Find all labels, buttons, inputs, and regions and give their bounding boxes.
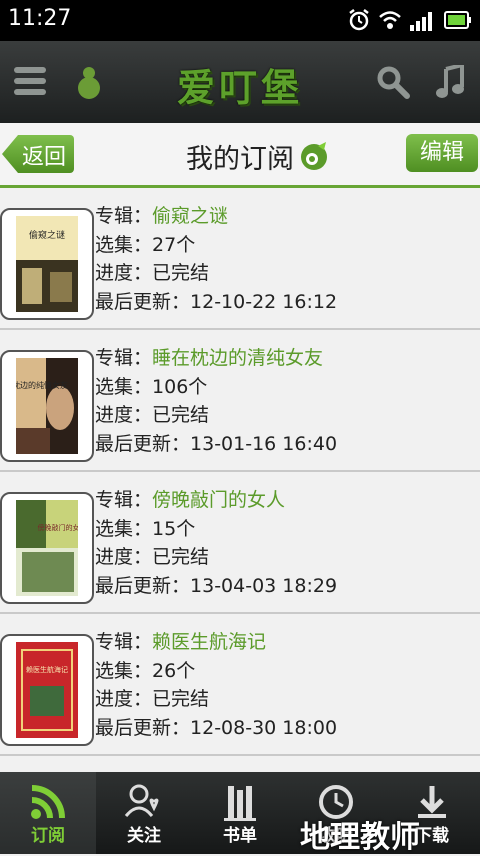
list-item[interactable]: 赖医生航海记 专辑：赖医生航海记 选集：26个 进度：已完结 最后更新：12-0… — [0, 614, 480, 756]
last-updated: 12-08-30 18:00 — [190, 716, 338, 739]
item-info: 专辑：赖医生航海记 选集：26个 进度：已完结 最后更新：12-08-30 18… — [95, 631, 338, 739]
search-icon[interactable] — [376, 65, 410, 99]
tab-booklist[interactable]: 书单 — [192, 772, 288, 854]
signal-icon — [410, 12, 432, 31]
cover-text: 赖医生航海记 — [26, 665, 68, 674]
list-item[interactable]: 偷窥之谜 专辑：偷窥之谜 选集：27个 进度：已完结 最后更新：12-10-22… — [0, 188, 480, 330]
album-cover: 偷窥之谜 — [0, 208, 94, 320]
watermark-text: 地理教师 — [300, 820, 420, 855]
cover-text: 睡在枕边的纯情女友 — [16, 380, 68, 390]
item-info: 专辑：傍晚敲门的女人 选集：15个 进度：已完结 最后更新：13-04-03 1… — [95, 489, 338, 597]
title-bar: 返回 我的订阅 编辑 — [0, 123, 480, 188]
gourd-icon[interactable] — [74, 63, 104, 101]
episode-count: 26个 — [152, 659, 196, 682]
album-name: 傍晚敲门的女人 — [152, 489, 286, 511]
cover-text: 偷窥之谜 — [29, 229, 65, 241]
album-cover: 傍晚敲门的女人 — [0, 492, 94, 604]
album-name: 睡在枕边的清纯女友 — [152, 347, 324, 369]
status-icons — [348, 8, 472, 32]
status-time: 11:27 — [8, 6, 72, 31]
subscription-list: 偷窥之谜 专辑：偷窥之谜 选集：27个 进度：已完结 最后更新：12-10-22… — [0, 188, 480, 756]
cover-text: 傍晚敲门的女人 — [38, 523, 79, 532]
album-name: 偷窥之谜 — [152, 205, 229, 227]
tab-label: 订阅 — [31, 826, 65, 846]
app-logo: 爱叮堡 — [176, 66, 303, 110]
wifi-icon — [379, 11, 401, 29]
menu-icon[interactable] — [14, 67, 46, 97]
music-icon[interactable] — [436, 65, 466, 99]
edit-button[interactable]: 编辑 — [406, 134, 478, 172]
progress-status: 已完结 — [152, 404, 210, 426]
status-bar: 11:27 — [0, 0, 480, 41]
progress-status: 已完结 — [152, 262, 210, 284]
episode-count: 27个 — [152, 233, 196, 256]
last-updated: 13-04-03 18:29 — [190, 574, 338, 597]
list-item[interactable]: 睡在枕边的纯情女友 专辑：睡在枕边的清纯女友 选集：106个 进度：已完结 最后… — [0, 330, 480, 472]
tab-follow[interactable]: 关注 — [96, 772, 192, 854]
heart-person-icon — [124, 784, 159, 817]
cover-art: 偷窥之谜 — [16, 216, 78, 312]
subscribe-badge-icon — [301, 142, 327, 170]
battery-icon — [444, 11, 471, 29]
cover-art: 傍晚敲门的女人 — [16, 500, 78, 596]
books-icon — [224, 786, 256, 821]
tab-label: 书单 — [223, 826, 257, 846]
cover-art: 睡在枕边的纯情女友 — [16, 358, 78, 454]
progress-status: 已完结 — [152, 546, 210, 568]
alarm-icon — [349, 9, 369, 31]
album-cover: 赖医生航海记 — [0, 634, 94, 746]
list-item[interactable]: 傍晚敲门的女人 专辑：傍晚敲门的女人 选集：15个 进度：已完结 最后更新：13… — [0, 472, 480, 614]
progress-status: 已完结 — [152, 688, 210, 710]
episode-count: 106个 — [152, 375, 208, 398]
album-name: 赖医生航海记 — [152, 631, 267, 653]
tab-label: 关注 — [127, 826, 161, 846]
episode-count: 15个 — [152, 517, 196, 540]
tab-subscribe[interactable]: 订阅 — [0, 772, 96, 854]
item-info: 专辑：偷窥之谜 选集：27个 进度：已完结 最后更新：12-10-22 16:1… — [95, 205, 338, 313]
last-updated: 12-10-22 16:12 — [190, 290, 338, 313]
album-cover: 睡在枕边的纯情女友 — [0, 350, 94, 462]
cover-art: 赖医生航海记 — [16, 642, 78, 738]
app-header: 爱叮堡 — [0, 41, 480, 123]
last-updated: 13-01-16 16:40 — [190, 432, 338, 455]
item-info: 专辑：睡在枕边的清纯女友 选集：106个 进度：已完结 最后更新：13-01-1… — [95, 347, 338, 455]
rss-icon — [31, 785, 65, 819]
